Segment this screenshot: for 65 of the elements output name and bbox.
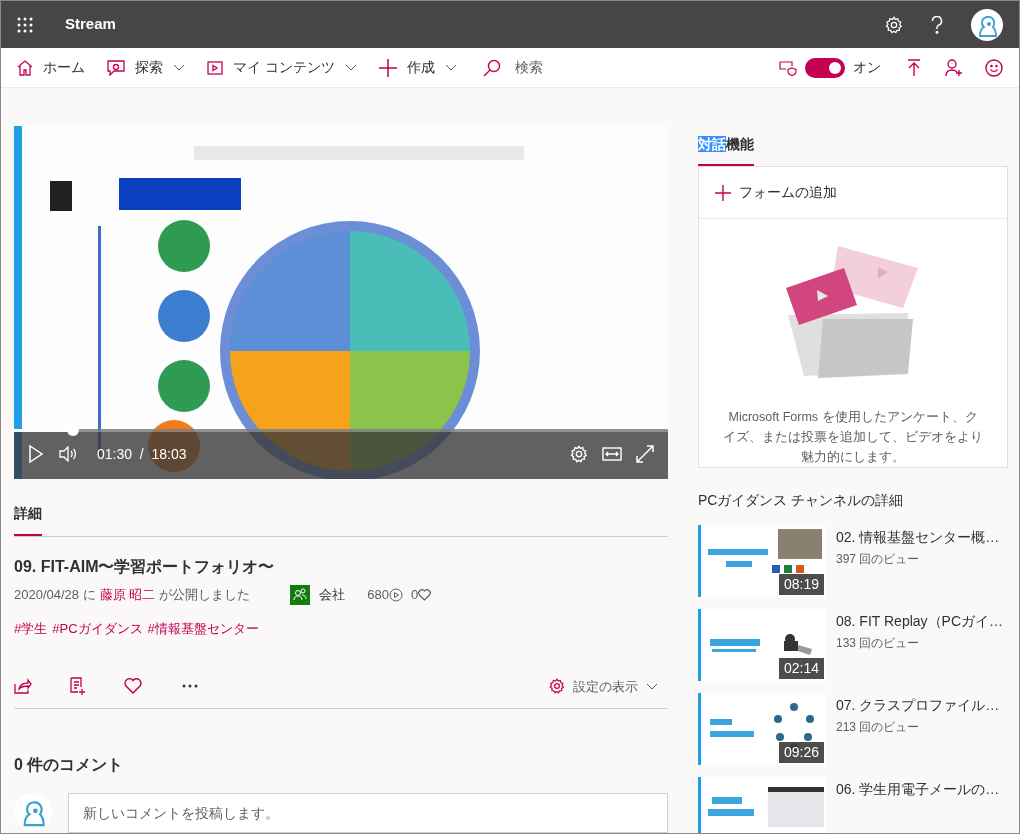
app-launcher-icon[interactable] <box>17 16 33 33</box>
shield-icon <box>779 59 797 76</box>
author-link[interactable]: 藤原 昭二 <box>99 585 156 605</box>
play-circle-icon <box>389 588 403 602</box>
view-count: 213 回のビュー <box>836 719 921 736</box>
video-icon <box>207 60 223 75</box>
video-title-link[interactable]: 06. 学生用電子メールの… <box>836 779 1000 800</box>
settings-icon <box>549 678 565 695</box>
search-icon <box>482 58 501 77</box>
nav-item[interactable]: マイ コンテンツ <box>207 57 357 78</box>
settings-icon[interactable] <box>570 445 588 463</box>
heart-icon <box>418 589 432 601</box>
help-icon[interactable] <box>931 15 943 34</box>
heart-icon[interactable] <box>124 678 142 695</box>
chat-icon <box>107 59 125 76</box>
app-title[interactable]: Stream <box>65 13 116 36</box>
home-icon <box>17 59 33 76</box>
plus-icon <box>715 184 731 201</box>
add-person-icon[interactable] <box>945 58 963 77</box>
upload-icon[interactable] <box>907 58 921 77</box>
channel-heading: PCガイダンス チャンネルの詳細 <box>698 491 905 510</box>
duration-badge: 09:26 <box>778 742 824 763</box>
playback-time: 01:30 / 18:03 <box>97 444 187 464</box>
video-title-link[interactable]: 07. クラスプロファイル… <box>836 695 1000 716</box>
settings-button[interactable]: 設定の表示 <box>549 676 658 696</box>
toggle-switch[interactable] <box>805 57 845 78</box>
duration-badge: 08:19 <box>778 574 824 595</box>
add-to-list-icon[interactable] <box>70 677 86 696</box>
smiley-icon[interactable] <box>985 58 1003 77</box>
widescreen-icon[interactable] <box>602 447 622 461</box>
nav-item[interactable]: ホーム <box>17 57 85 78</box>
comments-heading: 0 件のコメント <box>14 755 125 775</box>
publish-text: が公開しました <box>159 586 251 605</box>
people-icon <box>290 585 311 605</box>
hashtag-link[interactable]: #情報基盤センター <box>147 619 259 639</box>
avatar-icon[interactable] <box>971 8 1003 41</box>
comment-field[interactable]: 新しいコメントを投稿します。 <box>68 793 668 833</box>
chevron-down-icon <box>646 682 658 690</box>
play-icon[interactable] <box>28 445 44 463</box>
duration-badge: 02:14 <box>778 658 824 679</box>
hashtag-link[interactable]: #学生 <box>14 619 48 639</box>
plus-icon <box>378 58 397 77</box>
fullscreen-icon[interactable] <box>636 445 654 463</box>
video-title-link[interactable]: 08. FIT Replay（PCガイ… <box>836 611 1003 632</box>
hashtag-link[interactable]: #PCガイダンス <box>52 619 143 639</box>
settings-icon[interactable] <box>885 15 903 34</box>
visibility-label: 会社 <box>319 586 346 605</box>
video-title: 09. FIT-AIM〜学習ポートフォリオ〜 <box>14 557 276 577</box>
like-count: 0 <box>411 586 419 605</box>
details-tab[interactable]: 詳細 <box>14 503 42 536</box>
toggle-label: オン <box>853 58 881 77</box>
view-count: 133 回のビュー <box>836 635 921 652</box>
view-count: 397 回のビュー <box>836 551 921 568</box>
publish-date: 2020/04/28 に <box>14 586 96 605</box>
view-count: 680 <box>367 586 389 605</box>
share-icon[interactable] <box>14 678 32 695</box>
volume-icon[interactable] <box>59 446 79 462</box>
nav-item[interactable]: 作成 <box>378 57 457 78</box>
video-title-link[interactable]: 02. 情報基盤センター概… <box>836 527 1000 548</box>
add-form-button[interactable]: フォームの追加 <box>699 167 1007 219</box>
more-icon[interactable] <box>182 684 198 689</box>
search-field[interactable]: 検索 <box>482 57 543 78</box>
forms-description: Microsoft Forms を使用したアンケート、クイズ、または投票を追加して、ビデオをより魅力的にします。 <box>722 409 984 466</box>
nav-item[interactable]: 探索 <box>107 57 185 78</box>
avatar-icon <box>14 793 52 831</box>
